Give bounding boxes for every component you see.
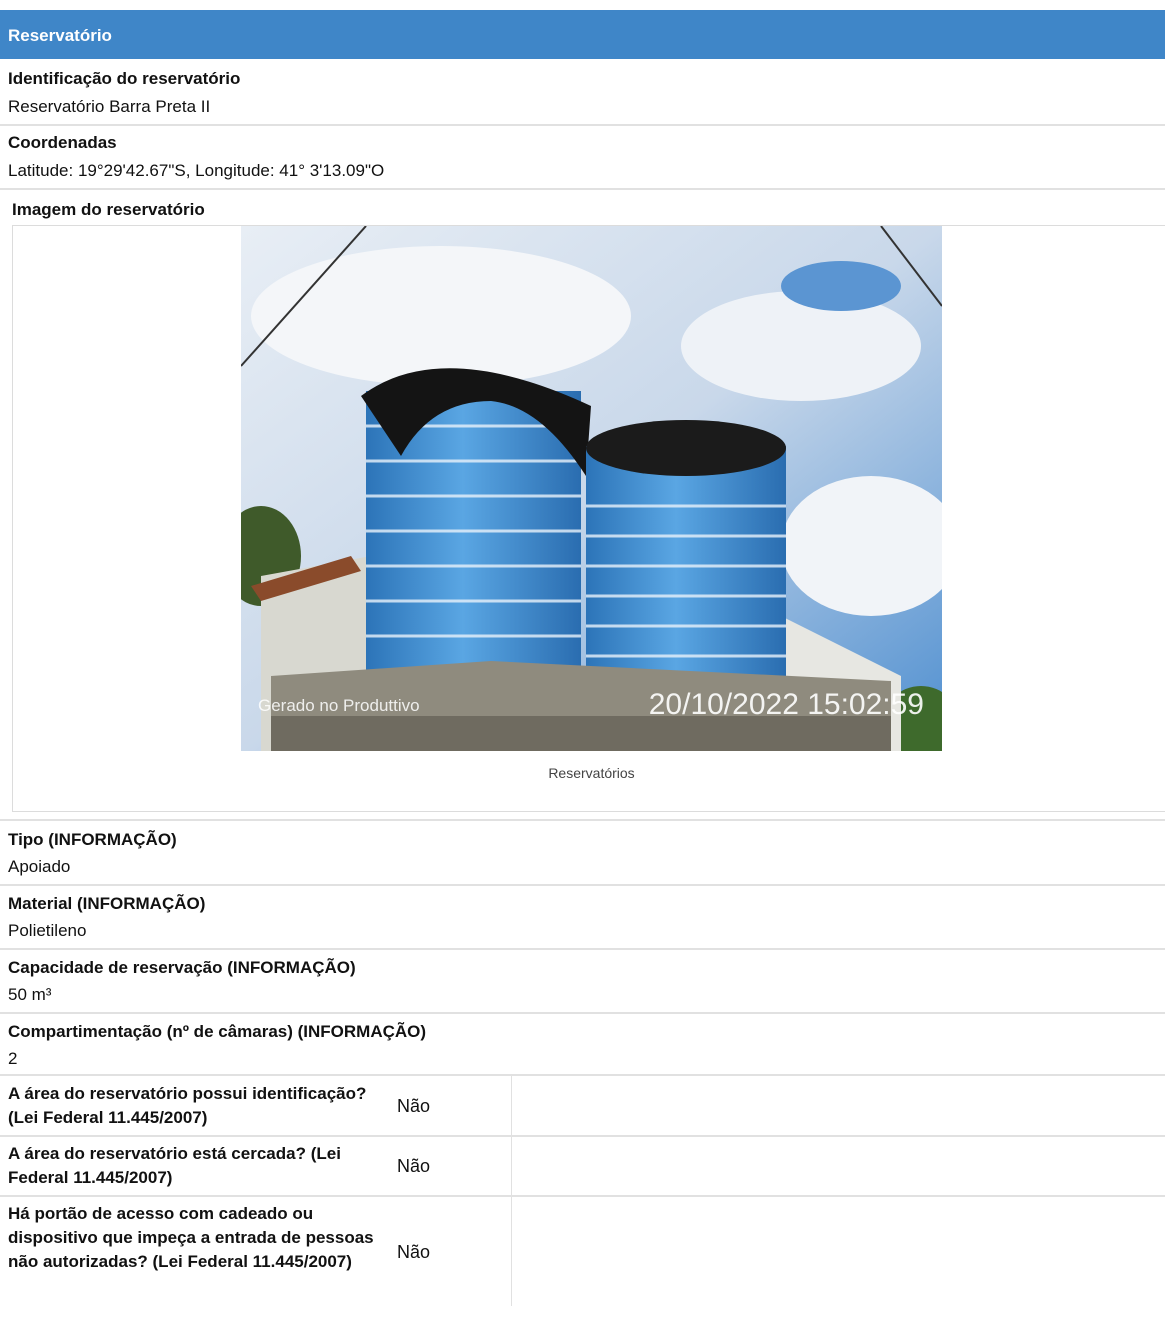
separator (0, 188, 1165, 190)
question-text: Há portão de acesso com cadeado ou dispo… (8, 1204, 374, 1271)
table-row: A área do reservatório possui identifica… (0, 1082, 1165, 1134)
field-value-coordenadas: Latitude: 19°29'42.67"S, Longitude: 41° … (8, 161, 385, 180)
section-title: Reservatório (8, 26, 112, 45)
photo-timestamp: 20/10/2022 15:02:59 (648, 688, 924, 721)
image-section-label: Imagem do reservatório (12, 200, 205, 219)
reservoir-photo[interactable]: Gerado no Produttivo 20/10/2022 15:02:59 (241, 226, 942, 751)
question-answer: Não (397, 1096, 431, 1116)
separator (0, 884, 1165, 886)
photo-watermark: Gerado no Produttivo (258, 696, 420, 715)
field-value-identificacao: Reservatório Barra Preta II (8, 97, 211, 116)
section-header: Reservatório (0, 10, 1165, 59)
field-label-material: Material (INFORMAÇÃO) (8, 894, 206, 913)
field-label-compartimentacao: Compartimentação (nº de câmaras) (INFORM… (8, 1022, 427, 1041)
separator (0, 819, 1165, 821)
question-text: A área do reservatório está cercada? (Le… (8, 1144, 341, 1187)
field-value-material: Polietileno (8, 921, 87, 940)
separator (0, 1195, 1165, 1197)
field-value-compartimentacao: 2 (8, 1049, 18, 1068)
field-label-capacidade: Capacidade de reservação (INFORMAÇÃO) (8, 958, 356, 977)
question-answer: Não (397, 1242, 431, 1262)
image-caption: Reservatórios (548, 765, 635, 781)
reservoir-photo-illustration (241, 226, 942, 751)
field-label-identificacao: Identificação do reservatório (8, 69, 241, 88)
table-row: A área do reservatório está cercada? (Le… (0, 1142, 1165, 1194)
separator (0, 1135, 1165, 1137)
separator (0, 1074, 1165, 1076)
question-answer: Não (397, 1156, 431, 1176)
field-label-coordenadas: Coordenadas (8, 133, 117, 152)
separator (0, 124, 1165, 126)
question-text: A área do reservatório possui identifica… (8, 1084, 367, 1127)
separator (0, 948, 1165, 950)
field-value-capacidade: 50 m³ (8, 985, 52, 1004)
separator (0, 1012, 1165, 1014)
field-label-tipo: Tipo (INFORMAÇÃO) (8, 830, 177, 849)
table-row: Há portão de acesso com cadeado ou dispo… (0, 1202, 1165, 1306)
field-value-tipo: Apoiado (8, 857, 71, 876)
